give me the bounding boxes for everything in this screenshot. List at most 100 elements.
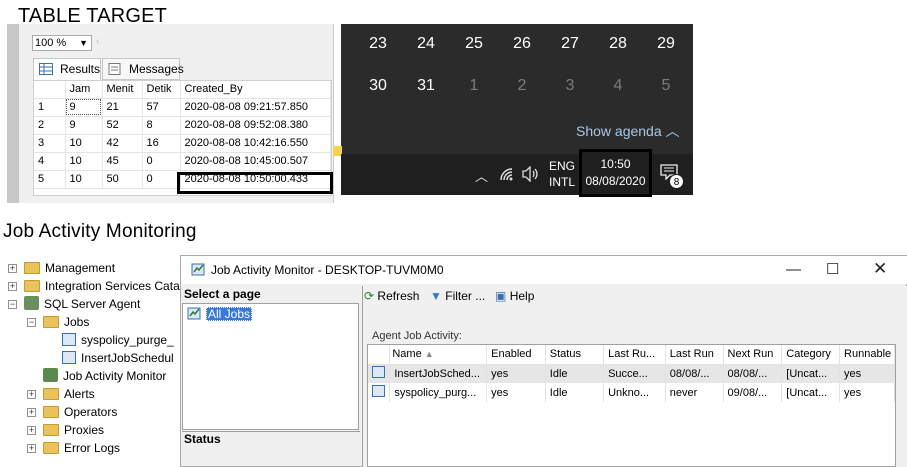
- grid-header-cell[interactable]: Created_By: [180, 81, 331, 99]
- grid-cell[interactable]: 52: [102, 116, 143, 135]
- grid-cell[interactable]: 42: [102, 134, 143, 153]
- language-indicator[interactable]: ENG INTL: [549, 158, 575, 190]
- calendar-day[interactable]: 23: [358, 35, 398, 53]
- grid-cell[interactable]: 8: [142, 116, 181, 135]
- grid-cell[interactable]: 08/08/...: [665, 364, 724, 383]
- grid-cell[interactable]: Idle: [545, 383, 605, 402]
- tree-node-sql-server-agent[interactable]: SQL Server Agent: [24, 295, 140, 313]
- grid-cell[interactable]: 2020-08-08 10:45:00.507: [180, 152, 331, 171]
- grid-cell[interactable]: yes: [486, 364, 546, 383]
- grid-cell[interactable]: 9: [65, 116, 103, 135]
- tab-results[interactable]: Results: [33, 58, 101, 81]
- grid-header-cell[interactable]: Next Run: [723, 345, 783, 365]
- grid-cell[interactable]: InsertJobSched...: [389, 364, 488, 383]
- tree-node-operators[interactable]: Operators: [43, 403, 117, 421]
- grid-header-cell[interactable]: Status: [545, 345, 605, 365]
- grid-header-cell[interactable]: Detik: [142, 81, 181, 99]
- tree-node-job[interactable]: InsertJobSchedul: [62, 349, 174, 367]
- calendar-day[interactable]: 28: [598, 35, 638, 53]
- grid-cell[interactable]: [Uncat...: [781, 383, 841, 402]
- filter-button[interactable]: ▼ Filter ...: [430, 289, 485, 303]
- calendar-day[interactable]: 29: [646, 35, 686, 53]
- table-row[interactable]: 3 10 42 16 2020-08-08 10:42:16.550: [34, 134, 331, 153]
- collapse-icon[interactable]: −: [8, 300, 17, 309]
- action-center-button[interactable]: 8: [660, 164, 684, 189]
- tree-node-management[interactable]: Management: [24, 259, 115, 277]
- calendar-day[interactable]: 25: [454, 35, 494, 53]
- expand-icon[interactable]: +: [27, 408, 36, 417]
- page-item-all-jobs[interactable]: All Jobs: [206, 307, 253, 321]
- help-button[interactable]: ▣ Help: [495, 289, 534, 303]
- expand-icon[interactable]: +: [8, 264, 17, 273]
- zoom-select[interactable]: 100 % ▼: [32, 35, 92, 51]
- expand-icon[interactable]: +: [8, 282, 17, 291]
- grid-cell[interactable]: yes: [486, 383, 546, 402]
- window-title-bar[interactable]: Job Activity Monitor - DESKTOP-TUVM0M0 —…: [181, 256, 907, 284]
- calendar-day[interactable]: 31: [406, 77, 446, 95]
- grid-cell[interactable]: 50: [102, 170, 143, 189]
- grid-cell[interactable]: 0: [142, 170, 181, 189]
- grid-header-cell[interactable]: Enabled: [486, 345, 546, 365]
- grid-cell[interactable]: 2020-08-08 09:21:57.850: [180, 98, 331, 117]
- grid-cell[interactable]: 09/08/...: [723, 383, 783, 402]
- table-row[interactable]: 2 9 52 8 2020-08-08 09:52:08.380: [34, 116, 331, 135]
- table-row[interactable]: syspolicy_purg... yes Idle Unkno... neve…: [368, 383, 895, 402]
- grid-header-cell[interactable]: Category: [781, 345, 841, 365]
- calendar-day[interactable]: 4: [598, 77, 638, 95]
- grid-cell[interactable]: yes: [839, 383, 895, 402]
- close-icon[interactable]: ✕: [873, 259, 887, 279]
- tree-node-alerts[interactable]: Alerts: [43, 385, 95, 403]
- grid-cell[interactable]: 10: [65, 170, 103, 189]
- grid-cell[interactable]: 0: [142, 152, 181, 171]
- grid-cell[interactable]: [Uncat...: [781, 364, 841, 383]
- taskbar-clock[interactable]: 10:50 08/08/2020: [579, 149, 652, 197]
- calendar-day[interactable]: 30: [358, 77, 398, 95]
- grid-header-cell[interactable]: Last Run: [665, 345, 724, 365]
- scroll-left-icon[interactable]: ‹: [96, 36, 99, 47]
- refresh-button[interactable]: ⟳ Refresh: [364, 289, 419, 303]
- grid-cell[interactable]: 45: [102, 152, 143, 171]
- tree-node-proxies[interactable]: Proxies: [43, 421, 104, 439]
- grid-cell[interactable]: 16: [142, 134, 181, 153]
- grid-cell[interactable]: Idle: [545, 364, 605, 383]
- grid-cell[interactable]: yes: [839, 364, 895, 383]
- expand-icon[interactable]: +: [27, 390, 36, 399]
- tree-node-job[interactable]: syspolicy_purge_: [62, 331, 174, 349]
- tree-node-jobs[interactable]: Jobs: [43, 313, 89, 331]
- grid-cell[interactable]: 08/08/...: [723, 364, 783, 383]
- grid-cell[interactable]: Succe...: [603, 364, 666, 383]
- maximize-icon[interactable]: ☐: [826, 260, 839, 278]
- grid-cell[interactable]: 21: [102, 98, 143, 117]
- minimize-icon[interactable]: —: [786, 261, 801, 278]
- grid-cell[interactable]: 2020-08-08 10:42:16.550: [180, 134, 331, 153]
- calendar-day[interactable]: 27: [550, 35, 590, 53]
- table-row[interactable]: InsertJobSched... yes Idle Succe... 08/0…: [368, 364, 895, 383]
- grid-cell[interactable]: 10: [65, 134, 103, 153]
- calendar-day[interactable]: 1: [454, 77, 494, 95]
- grid-cell[interactable]: 10: [65, 152, 103, 171]
- wifi-icon[interactable]: [499, 167, 515, 182]
- show-agenda-link[interactable]: Show agenda ︿: [576, 121, 680, 141]
- calendar-day[interactable]: 2: [502, 77, 542, 95]
- grid-cell[interactable]: 9: [65, 98, 103, 117]
- calendar-day[interactable]: 5: [646, 77, 686, 95]
- calendar-day[interactable]: 24: [406, 35, 446, 53]
- tab-messages[interactable]: Messages: [102, 58, 184, 80]
- grid-header-cell[interactable]: Menit: [102, 81, 143, 99]
- grid-cell[interactable]: 2020-08-08 09:52:08.380: [180, 116, 331, 135]
- job-grid[interactable]: Name ▲ Enabled Status Last Ru... Last Ru…: [367, 344, 896, 467]
- grid-cell[interactable]: 57: [142, 98, 181, 117]
- table-row[interactable]: 1 9 21 57 2020-08-08 09:21:57.850: [34, 98, 331, 117]
- grid-cell[interactable]: Unkno...: [603, 383, 666, 402]
- grid-header-cell[interactable]: Last Ru...: [603, 345, 666, 365]
- tree-node-integration-services[interactable]: Integration Services Cata: [24, 277, 180, 295]
- grid-header-cell[interactable]: Runnable: [839, 345, 895, 365]
- grid-cell[interactable]: syspolicy_purg...: [389, 383, 488, 402]
- speaker-icon[interactable]: [522, 166, 540, 182]
- tree-node-job-activity-monitor[interactable]: Job Activity Monitor: [43, 367, 166, 385]
- calendar-day[interactable]: 3: [550, 77, 590, 95]
- expand-icon[interactable]: +: [27, 426, 36, 435]
- grid-header-cell[interactable]: Jam: [65, 81, 103, 99]
- calendar-day[interactable]: 26: [502, 35, 542, 53]
- chevron-up-icon[interactable]: ︿: [475, 166, 488, 185]
